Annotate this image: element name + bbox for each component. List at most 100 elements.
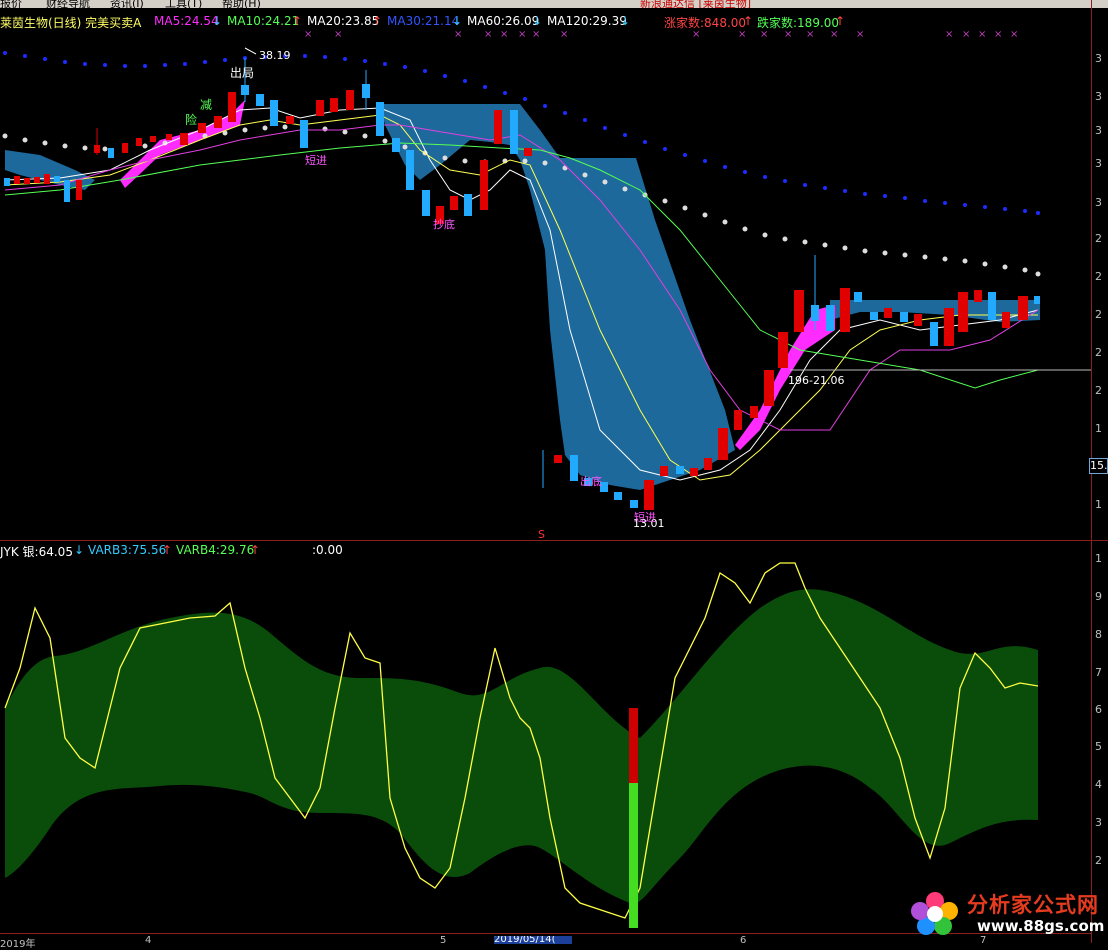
- candlestick-chart[interactable]: × × × × × × × × × × × × × × × × × × × × 38.19 出局 减 险 …: [0, 30, 1092, 540]
- short-in-label-2: 短进: [634, 510, 656, 524]
- rise-count: 涨家数:848.00: [664, 16, 747, 30]
- watermark-url: www.88gs.com: [977, 917, 1105, 935]
- ma5-arrow: ↓: [212, 14, 223, 28]
- ma60-value: MA60:26.09: [467, 14, 540, 28]
- ma120-arrow: ↓: [620, 14, 631, 28]
- ma-line-green: [4, 142, 1039, 389]
- chart-title: 莱茵生物(日线) 完美买卖A: [0, 16, 142, 30]
- svg-text:×: ×: [978, 30, 986, 40]
- current-price-tag: 15.: [1089, 458, 1108, 474]
- svg-text:×: ×: [560, 30, 568, 40]
- sub-tick: 9: [1095, 590, 1102, 603]
- menu-bar: 报价 财经导航 资讯(I) 工具(T) 帮助(H) 新浪通达信 [莱茵生物]: [0, 0, 1108, 8]
- indicator-chart[interactable]: [0, 558, 1092, 933]
- svg-text:×: ×: [484, 30, 492, 40]
- signal-bar-green: [629, 783, 638, 928]
- varb4-value: VARB4:29.76: [176, 543, 255, 557]
- news-title[interactable]: 新浪通达信 [莱茵生物]: [640, 0, 751, 8]
- sub-tick: 4: [1095, 778, 1102, 791]
- price-tick: 1: [1095, 498, 1102, 511]
- svg-text:×: ×: [994, 30, 1002, 40]
- sub-legend: JYK 银:64.05 ↓ VARB3:75.56 ↑ VARB4:29.76 …: [0, 543, 1090, 559]
- svg-text:×: ×: [738, 30, 746, 40]
- svg-text:×: ×: [454, 30, 462, 40]
- ma30-arrow: ↓: [452, 14, 463, 28]
- sub-tick: 3: [1095, 816, 1102, 829]
- price-tick: 3: [1095, 196, 1102, 209]
- svg-text:×: ×: [962, 30, 970, 40]
- extra-value: :0.00: [312, 543, 343, 557]
- ma20-arrow: ↑: [372, 14, 383, 28]
- svg-text:×: ×: [304, 30, 312, 40]
- high-marker: [244, 47, 257, 55]
- ma10-arrow: ↑: [292, 14, 303, 28]
- price-tick: 2: [1095, 384, 1102, 397]
- time-tick: 6: [740, 935, 747, 946]
- ma30-value: MA30:21.14: [387, 14, 460, 28]
- bottom-fish-label: 抄底: [433, 217, 455, 231]
- menu-item-help[interactable]: 帮助(H): [222, 0, 261, 8]
- jyk-arrow: ↓: [74, 543, 85, 557]
- price-tick: 2: [1095, 308, 1102, 321]
- fall-count: 跌家数:189.00: [757, 16, 840, 30]
- sub-tick: 1: [1095, 552, 1102, 565]
- svg-text:×: ×: [830, 30, 838, 40]
- price-tick: 3: [1095, 90, 1102, 103]
- menu-item-quote[interactable]: 报价: [0, 0, 22, 8]
- flower-logo-icon: [911, 892, 958, 935]
- price-tick: 3: [1095, 157, 1102, 170]
- sub-tick: 2: [1095, 854, 1102, 867]
- watermark-title: 分析家公式网: [967, 893, 1099, 917]
- ma20-value: MA20:23.85: [307, 14, 380, 28]
- svg-text:×: ×: [856, 30, 864, 40]
- green-band: [5, 589, 1038, 904]
- rise-arrow: ↑: [743, 14, 754, 28]
- signal-bar-red: [629, 708, 638, 783]
- time-tick: 4: [145, 935, 152, 946]
- ma10-value: MA10:24.21: [227, 14, 300, 28]
- svg-text:×: ×: [1010, 30, 1018, 40]
- short-in-label: 短进: [305, 153, 327, 167]
- risk-label: 险: [185, 112, 197, 127]
- sub-tick: 7: [1095, 666, 1102, 679]
- ma120-value: MA120:29.39: [547, 14, 627, 28]
- ma5-value: MA5:24.54: [154, 14, 219, 28]
- varb4-arrow: ↑: [250, 543, 261, 557]
- svg-text:×: ×: [500, 30, 508, 40]
- price-tick: 1: [1095, 422, 1102, 435]
- menu-item-news[interactable]: 资讯(I): [110, 0, 144, 8]
- svg-text:×: ×: [784, 30, 792, 40]
- time-tick: 5: [440, 935, 447, 946]
- menu-item-tools[interactable]: 工具(T): [165, 0, 202, 8]
- svg-text:×: ×: [806, 30, 814, 40]
- price-tick: 2: [1095, 270, 1102, 283]
- panel-separator: [0, 540, 1108, 541]
- price-tick: 3: [1095, 52, 1102, 65]
- svg-text:×: ×: [692, 30, 700, 40]
- svg-text:×: ×: [518, 30, 526, 40]
- svg-text:×: ×: [334, 30, 342, 40]
- menu-item-finance-nav[interactable]: 财经导航: [46, 0, 90, 8]
- bottom-out-label: 出底: [580, 474, 602, 488]
- varb3-arrow: ↑: [162, 543, 173, 557]
- price-tick: 2: [1095, 232, 1102, 245]
- sub-tick: 5: [1095, 740, 1102, 753]
- svg-text:×: ×: [945, 30, 953, 40]
- varb3-value: VARB3:75.56: [88, 543, 167, 557]
- svg-text:×: ×: [532, 30, 540, 40]
- ma60-arrow: ↓: [532, 14, 543, 28]
- signal-markers: × × × × × × × × × × × × × × × × × × × ×: [304, 30, 1018, 40]
- reduce-label: 减: [200, 98, 212, 112]
- ma-line-magenta: [4, 124, 1039, 431]
- sub-tick: 6: [1095, 703, 1102, 716]
- fall-arrow: ↑: [835, 14, 846, 28]
- high-label: 38.19: [259, 49, 291, 62]
- exit-label: 出局: [230, 66, 254, 80]
- ma-line-yellow: [4, 114, 1038, 481]
- site-watermark: 分析家公式网 www.88gs.com: [905, 887, 1105, 937]
- range-label: 196-21.06: [788, 374, 844, 387]
- price-tick: 3: [1095, 124, 1102, 137]
- sub-tick: 8: [1095, 628, 1102, 641]
- s-marker: S: [538, 528, 545, 540]
- band-cloud: [380, 104, 735, 490]
